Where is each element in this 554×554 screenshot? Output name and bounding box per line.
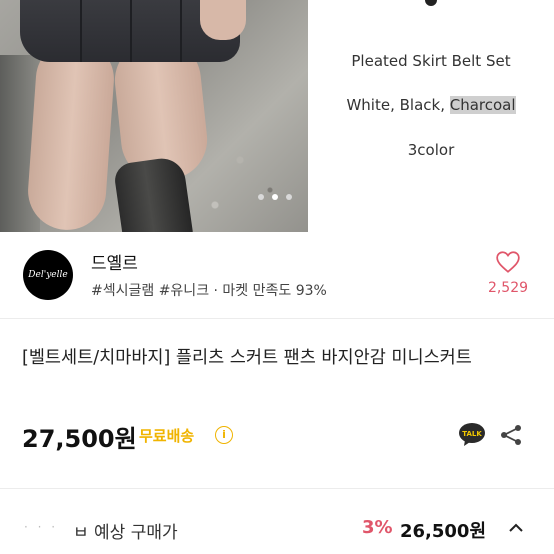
coupon-placeholder: · · · bbox=[24, 520, 59, 534]
share-icon[interactable] bbox=[499, 423, 523, 447]
skirt-pleat bbox=[130, 0, 132, 62]
expected-price-row[interactable]: · · · ㅂ 예상 구매가 3% 26,500원 bbox=[0, 510, 554, 550]
free-shipping-badge[interactable]: 무료배송 bbox=[139, 425, 194, 446]
shop-tags: #섹시글램 #유니크 · 마켓 만족도 93% bbox=[91, 283, 327, 299]
model-arm bbox=[200, 0, 246, 40]
decorative-mark bbox=[425, 0, 437, 6]
product-price: 27,500원 bbox=[22, 425, 137, 453]
info-icon[interactable]: i bbox=[215, 426, 233, 444]
shop-avatar[interactable]: Del'yelle bbox=[23, 250, 73, 300]
carousel-dot[interactable] bbox=[258, 194, 264, 200]
expected-price: 26,500원 bbox=[400, 521, 487, 542]
info-colors-highlight: Charcoal bbox=[449, 96, 516, 114]
info-color-count: 3color bbox=[407, 141, 455, 159]
product-title: [벨트세트/치마바지] 플리츠 스커트 팬츠 바지안감 미니스커트 bbox=[22, 348, 472, 368]
shop-section[interactable]: Del'yelle 드옐르 #섹시글램 #유니크 · 마켓 만족도 93% 2,… bbox=[0, 232, 554, 319]
like-count: 2,529 bbox=[487, 280, 529, 296]
shop-name[interactable]: 드옐르 bbox=[91, 249, 138, 274]
product-info-image: Pleated Skirt Belt Set White, Black, Cha… bbox=[308, 0, 554, 232]
model-leg-left bbox=[25, 37, 117, 232]
info-colors-prefix: White, Black, bbox=[346, 96, 450, 114]
product-hero: Pleated Skirt Belt Set White, Black, Cha… bbox=[0, 0, 554, 232]
talk-label: TALK bbox=[462, 430, 482, 438]
product-photo[interactable] bbox=[0, 0, 308, 232]
heart-icon[interactable] bbox=[495, 250, 521, 274]
info-colors: White, Black, Charcoal bbox=[308, 96, 554, 114]
kakaotalk-icon[interactable]: TALK bbox=[458, 422, 486, 448]
carousel-indicator[interactable] bbox=[258, 194, 292, 200]
like-button[interactable]: 2,529 bbox=[478, 250, 538, 296]
price-row: 27,500원 무료배송 i TALK bbox=[22, 419, 532, 455]
expected-price-label: ㅂ 예상 구매가 bbox=[73, 523, 178, 543]
skirt-pleat bbox=[80, 0, 82, 62]
chevron-up-icon[interactable] bbox=[506, 518, 526, 538]
info-title: Pleated Skirt Belt Set bbox=[351, 52, 511, 70]
section-divider bbox=[0, 488, 554, 489]
carousel-dot-active[interactable] bbox=[272, 194, 278, 200]
discount-rate: 3% bbox=[362, 517, 393, 538]
carousel-dot[interactable] bbox=[286, 194, 292, 200]
skirt-pleat bbox=[180, 0, 182, 62]
